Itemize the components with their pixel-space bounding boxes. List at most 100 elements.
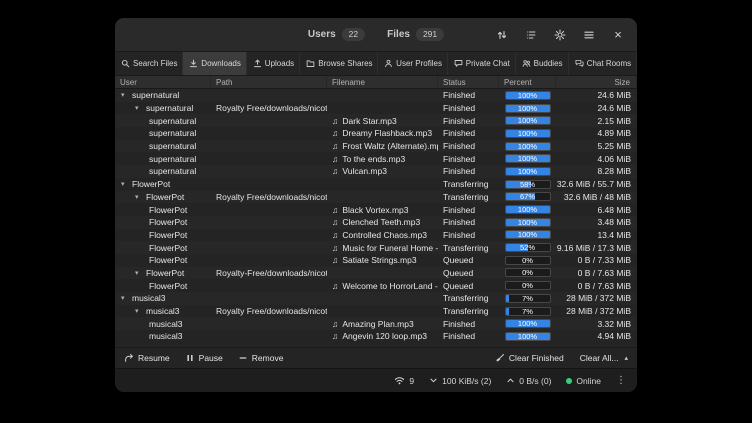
- table-row[interactable]: ▾ supernatural Finished 100% 24.6 MiB: [115, 89, 637, 102]
- expander-icon[interactable]: ▾: [135, 104, 144, 112]
- table-row[interactable]: FlowerPot ♫ Welcome to HorrorLand - hi.m…: [115, 279, 637, 292]
- column-header-path[interactable]: Path: [211, 76, 327, 88]
- preferences-gear-icon[interactable]: [552, 27, 568, 43]
- table-row[interactable]: supernatural ♫ Vulcan.mp3 Finished 100% …: [115, 165, 637, 178]
- online-status[interactable]: Online: [566, 376, 601, 386]
- column-header-percent[interactable]: Percent: [499, 76, 556, 88]
- progress-percent-label: 100%: [506, 168, 550, 176]
- row-user: musical3: [146, 306, 180, 316]
- table-row[interactable]: FlowerPot ♫ Music for Funeral Home - Par…: [115, 241, 637, 254]
- column-header-size[interactable]: Size: [556, 76, 637, 88]
- folder-icon: [306, 59, 315, 68]
- music-note-icon: ♫: [332, 205, 338, 215]
- table-row[interactable]: ▾ supernatural Royalty Free/downloads/ni…: [115, 102, 637, 115]
- users-label: Users: [308, 29, 336, 40]
- row-filename: Music for Funeral Home - Part …: [342, 243, 438, 253]
- table-row[interactable]: supernatural ♫ Frost Waltz (Alternate).m…: [115, 140, 637, 153]
- expander-icon[interactable]: ▾: [135, 307, 144, 315]
- row-path: Royalty Free/downloads/nicoti…: [216, 306, 327, 316]
- row-status: Finished: [443, 103, 475, 113]
- table-row[interactable]: supernatural ♫ Dark Star.mp3 Finished 10…: [115, 114, 637, 127]
- progress-percent-label: 100%: [506, 130, 550, 138]
- expander-icon[interactable]: ▾: [121, 91, 130, 99]
- table-row[interactable]: supernatural ♫ Dreamy Flashback.mp3 Fini…: [115, 127, 637, 140]
- progress-bar: 0%: [505, 268, 551, 277]
- tab-downloads[interactable]: Downloads: [183, 52, 247, 75]
- row-size: 3.32 MiB: [597, 319, 631, 329]
- row-user: musical3: [149, 319, 183, 329]
- statusbar-menu-button[interactable]: ⋮: [616, 375, 626, 386]
- expander-icon[interactable]: ▾: [121, 294, 130, 302]
- connections-indicator[interactable]: 9: [394, 375, 414, 386]
- download-speed-indicator[interactable]: 100 KiB/s (2): [429, 376, 491, 386]
- table-row[interactable]: musical3 ♫ Angevin 120 loop.mp3 Finished…: [115, 330, 637, 343]
- row-user: musical3: [149, 331, 183, 341]
- row-filename: Welcome to HorrorLand - hi.mp3: [342, 281, 438, 291]
- expander-icon[interactable]: ▾: [135, 193, 144, 201]
- row-size: 2.15 MiB: [597, 116, 631, 126]
- table-row[interactable]: ▾ musical3 Transferring 7% 28 MiB / 372 …: [115, 292, 637, 305]
- table-row[interactable]: supernatural ♫ To the ends.mp3 Finished …: [115, 152, 637, 165]
- row-user: FlowerPot: [149, 281, 187, 291]
- tab-buddies[interactable]: Buddies: [516, 52, 569, 75]
- remove-button[interactable]: Remove: [238, 353, 284, 363]
- clear-all-menu-button[interactable]: Clear All... ▴: [580, 353, 628, 363]
- upload-speed-indicator[interactable]: 0 B/s (0): [506, 376, 551, 386]
- tab-private-chat[interactable]: Private Chat: [448, 52, 516, 75]
- menu-hamburger-icon[interactable]: [581, 27, 597, 43]
- close-button[interactable]: ×: [610, 27, 626, 43]
- row-status: Finished: [443, 141, 475, 151]
- table-row[interactable]: ▾ musical3 Royalty Free/downloads/nicoti…: [115, 305, 637, 318]
- row-user: supernatural: [149, 154, 196, 164]
- tab-search-files[interactable]: Search Files: [115, 52, 183, 75]
- row-status: Queued: [443, 268, 473, 278]
- table-row[interactable]: FlowerPot ♫ Controlled Chaos.mp3 Finishe…: [115, 229, 637, 242]
- expander-icon[interactable]: ▾: [121, 180, 130, 188]
- app-window: Users 22 Files 291: [115, 18, 637, 392]
- row-filename: Amazing Plan.mp3: [342, 319, 413, 329]
- tab-user-profiles[interactable]: User Profiles: [378, 52, 448, 75]
- table-row[interactable]: ▾ FlowerPot Royalty-Free/downloads/nicot…: [115, 267, 637, 280]
- table-row[interactable]: musical3 ♫ Amazing Plan.mp3 Finished 100…: [115, 317, 637, 330]
- row-status: Finished: [443, 217, 475, 227]
- row-user: supernatural: [149, 141, 196, 151]
- expander-icon[interactable]: ▾: [135, 269, 144, 277]
- row-status: Transferring: [443, 179, 489, 189]
- tab-browse-shares[interactable]: Browse Shares: [300, 52, 378, 75]
- row-size: 28 MiB / 372 MiB: [566, 306, 631, 316]
- table-row[interactable]: FlowerPot ♫ Clenched Teeth.mp3 Finished …: [115, 216, 637, 229]
- progress-percent-label: 100%: [506, 333, 550, 341]
- row-user: supernatural: [149, 128, 196, 138]
- menu-up-icon: ▴: [624, 354, 628, 362]
- music-note-icon: ♫: [332, 255, 338, 265]
- log-icon[interactable]: [523, 27, 539, 43]
- table-row[interactable]: FlowerPot ♫ Satiate Strings.mp3 Queued 0…: [115, 254, 637, 267]
- column-header-status[interactable]: Status: [438, 76, 499, 88]
- row-filename: Dark Star.mp3: [342, 116, 396, 126]
- clear-finished-button[interactable]: Clear Finished: [495, 353, 564, 363]
- resume-button[interactable]: Resume: [124, 353, 170, 363]
- progress-bar: 100%: [505, 218, 551, 227]
- progress-percent-label: 100%: [506, 206, 550, 214]
- progress-percent-label: 100%: [506, 155, 550, 163]
- column-header-filename[interactable]: Filename: [327, 76, 438, 88]
- row-status: Transferring: [443, 306, 489, 316]
- progress-bar: 100%: [505, 116, 551, 125]
- table-row[interactable]: ▾ FlowerPot Royalty Free/downloads/nicot…: [115, 191, 637, 204]
- row-user: musical3: [132, 293, 166, 303]
- user-icon: [384, 59, 393, 68]
- pause-icon: [185, 353, 195, 363]
- column-header-user[interactable]: User: [115, 76, 211, 88]
- tab-chat-rooms[interactable]: Chat Rooms: [569, 52, 637, 75]
- pause-button[interactable]: Pause: [185, 353, 223, 363]
- row-status: Transferring: [443, 243, 489, 253]
- files-label: Files: [387, 29, 410, 40]
- table-row[interactable]: ▾ FlowerPot Transferring 58% 32.6 MiB / …: [115, 178, 637, 191]
- table-row[interactable]: FlowerPot ♫ Black Vortex.mp3 Finished 10…: [115, 203, 637, 216]
- tab-uploads[interactable]: Uploads: [247, 52, 301, 75]
- chat-rooms-icon: [575, 59, 584, 68]
- row-size: 24.6 MiB: [597, 90, 631, 100]
- resume-icon: [124, 353, 134, 363]
- connect-icon[interactable]: [494, 27, 510, 43]
- music-note-icon: ♫: [332, 243, 338, 253]
